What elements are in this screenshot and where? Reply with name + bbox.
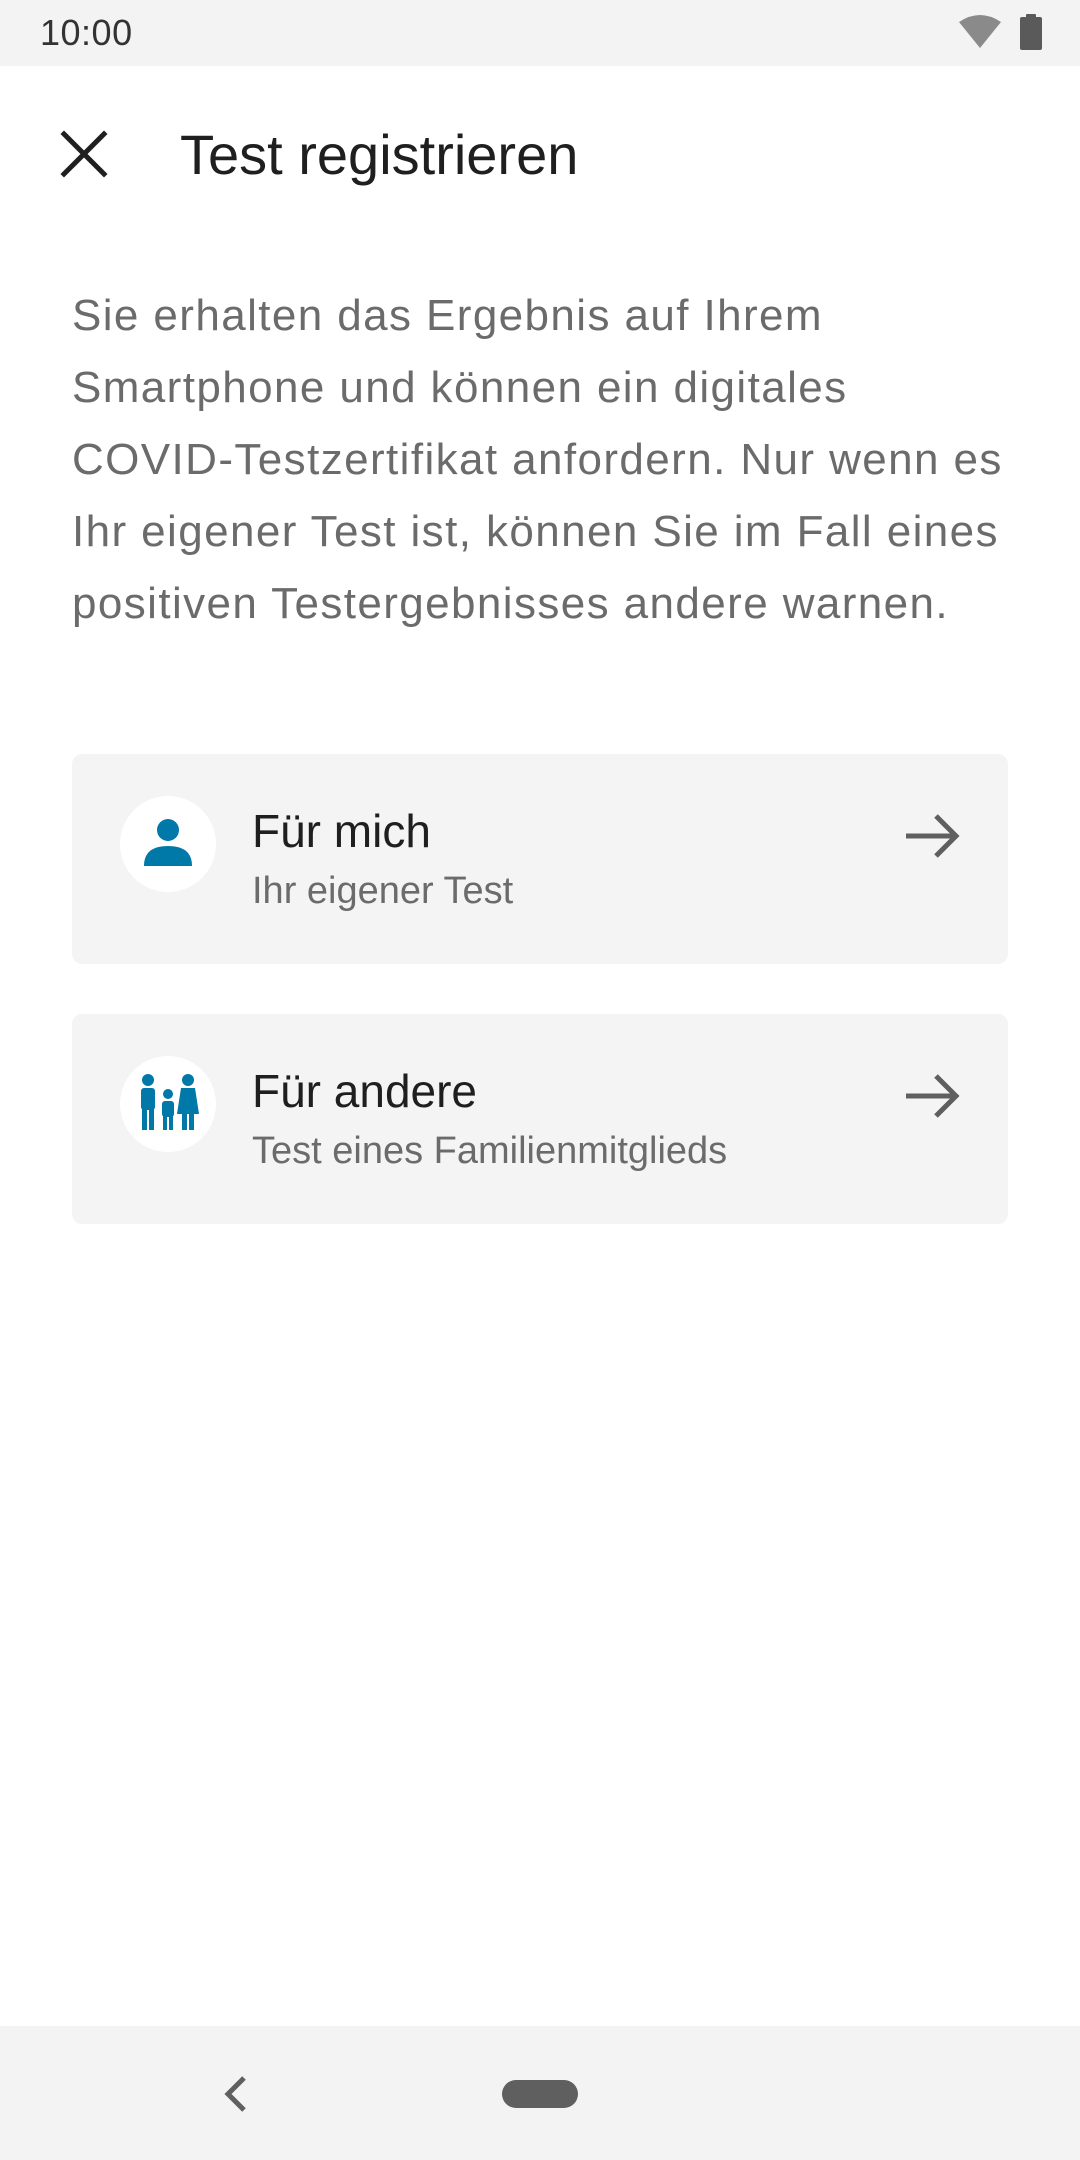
status-bar: 10:00 xyxy=(0,0,1080,66)
status-time: 10:00 xyxy=(40,12,133,53)
close-icon xyxy=(60,129,108,183)
option-card-for-others[interactable]: Für andere Test eines Familienmitglieds xyxy=(72,1014,1008,1224)
home-pill-icon[interactable] xyxy=(502,2080,578,2108)
battery-icon xyxy=(1020,14,1042,55)
person-icon xyxy=(140,814,196,875)
app-bar: Test registrieren xyxy=(0,66,1080,238)
screen: 10:00 Test registrieren Sie erhalten das… xyxy=(0,0,1080,2160)
close-button[interactable] xyxy=(44,116,124,196)
option-subtitle: Test eines Familienmitglieds xyxy=(252,1130,728,1172)
option-title: Für andere xyxy=(252,1065,478,1117)
family-icon-container xyxy=(120,1056,216,1152)
family-icon xyxy=(136,1070,200,1139)
status-icons xyxy=(958,14,1042,55)
option-subtitle: Ihr eigener Test xyxy=(252,870,514,912)
option-title: Für mich xyxy=(252,805,431,857)
option-card-for-me[interactable]: Für mich Ihr eigener Test xyxy=(72,754,1008,964)
page-title: Test registrieren xyxy=(180,123,579,186)
person-icon-container xyxy=(120,796,216,892)
description-text: Sie erhalten das Ergebnis auf Ihrem Smar… xyxy=(72,291,1003,628)
back-chevron-icon[interactable] xyxy=(214,2066,258,2122)
wifi-icon xyxy=(958,14,1002,55)
navigation-bar xyxy=(0,2026,1080,2160)
arrow-right-icon xyxy=(900,804,964,868)
arrow-right-icon xyxy=(900,1064,964,1128)
